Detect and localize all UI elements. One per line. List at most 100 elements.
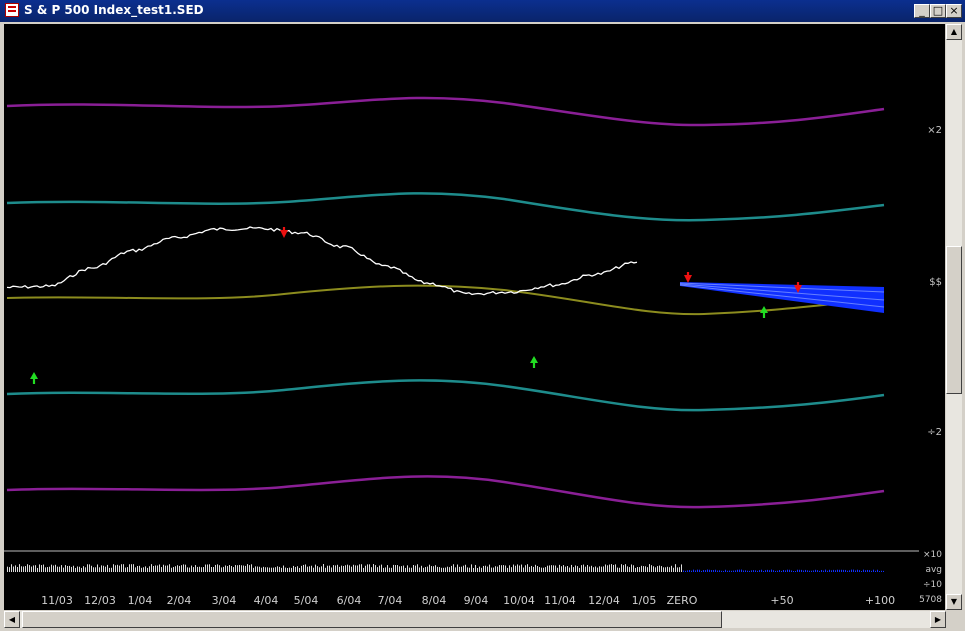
volume-bar: [523, 567, 524, 572]
volume-bar: [131, 564, 132, 572]
volume-bar: [389, 567, 390, 572]
volume-bar: [55, 564, 56, 572]
volume-bar: [19, 564, 20, 572]
volume-bar: [225, 565, 226, 572]
volume-bar: [279, 566, 280, 572]
volume-bar: [123, 564, 124, 572]
volume-bar: [277, 566, 278, 572]
volume-bar: [313, 567, 314, 572]
scroll-up-icon[interactable]: ▲: [946, 24, 962, 40]
volume-bar: [159, 564, 160, 572]
volume-bar: [367, 564, 368, 572]
volume-bar: [787, 569, 788, 572]
volume-bar: [117, 564, 118, 572]
volume-bar: [687, 570, 688, 572]
volume-bar: [391, 567, 392, 572]
volume-bar: [725, 569, 726, 572]
volume-bar: [785, 570, 786, 572]
volume-bar: [613, 564, 614, 572]
volume-bar: [647, 567, 648, 572]
volume-bar: [837, 569, 838, 572]
volume-bar: [163, 564, 164, 572]
volume-bar: [373, 564, 374, 572]
vertical-scrollbar[interactable]: ▲ ▼: [946, 24, 962, 610]
volume-bar: [711, 570, 712, 572]
volume-bar: [757, 570, 758, 572]
price-line: [6, 226, 638, 296]
volume-bar: [29, 565, 30, 572]
volume-bar: [319, 567, 320, 572]
volume-bar: [847, 570, 848, 572]
volume-bar: [573, 567, 574, 572]
volume-bar: [167, 565, 168, 572]
volume-bar: [181, 565, 182, 572]
volume-bar: [739, 569, 740, 572]
volume-bar: [223, 566, 224, 572]
volume-bar: [441, 567, 442, 572]
volume-bar: [105, 566, 106, 572]
volume-bar: [439, 567, 440, 572]
volume-bar: [169, 564, 170, 572]
vertical-scroll-thumb[interactable]: [946, 246, 962, 394]
volume-bar: [793, 570, 794, 572]
volume-bar: [615, 564, 616, 572]
size-grip[interactable]: [946, 611, 962, 628]
horizontal-scroll-thumb[interactable]: [22, 611, 722, 628]
volume-bar: [461, 566, 462, 572]
volume-bar: [21, 566, 22, 572]
close-button[interactable]: ×: [946, 4, 962, 18]
volume-bar: [565, 566, 566, 572]
outer-band-lower: [6, 475, 885, 509]
volume-bar: [49, 566, 50, 572]
volume-bar: [701, 570, 702, 572]
volume-bar: [867, 569, 868, 572]
volume-bar: [453, 564, 454, 572]
volume-bar: [247, 564, 248, 572]
volume-bar: [259, 566, 260, 572]
volume-bar: [697, 569, 698, 572]
volume-bar: [53, 565, 54, 572]
volume-bar: [151, 564, 152, 572]
scroll-down-icon[interactable]: ▼: [946, 594, 962, 610]
volume-bar: [413, 565, 414, 572]
inner-band-lower: [6, 379, 885, 412]
volume-bar: [539, 567, 540, 572]
volume-bar: [97, 564, 98, 572]
maximize-button[interactable]: □: [930, 4, 946, 18]
volume-bar: [291, 567, 292, 572]
volume-bar: [189, 567, 190, 572]
volume-bar: [81, 567, 82, 572]
volume-bar: [489, 564, 490, 572]
volume-bar: [435, 565, 436, 572]
volume-bar: [657, 566, 658, 572]
volume-bar: [527, 564, 528, 572]
volume-bar: [403, 565, 404, 572]
volume-bar: [415, 565, 416, 572]
volume-bar: [287, 567, 288, 572]
volume-bar: [497, 566, 498, 572]
volume-bar: [733, 570, 734, 572]
scroll-left-icon[interactable]: ◀: [4, 611, 20, 628]
volume-bar: [825, 569, 826, 572]
chart-area[interactable]: [4, 24, 919, 589]
volume-bar: [789, 569, 790, 572]
minimize-button[interactable]: _: [914, 4, 930, 18]
volume-bar: [499, 565, 500, 572]
horizontal-scrollbar[interactable]: ◀ ▶: [4, 611, 946, 628]
volume-bar: [627, 566, 628, 572]
volume-bar: [815, 569, 816, 572]
volume-bar: [103, 565, 104, 572]
volume-bar: [671, 565, 672, 572]
volume-bar: [561, 566, 562, 572]
volume-bar: [87, 564, 88, 572]
vol-scale-lower: ÷10: [923, 580, 942, 590]
volume-bar: [599, 566, 600, 572]
volume-bar: [817, 570, 818, 572]
volume-bar: [419, 567, 420, 572]
volume-bar: [535, 564, 536, 572]
volume-bar: [829, 569, 830, 572]
scale-dollar-label: $$: [929, 277, 942, 288]
scroll-right-icon[interactable]: ▶: [930, 611, 946, 628]
volume-bar: [883, 570, 884, 572]
volume-bar: [13, 566, 14, 572]
